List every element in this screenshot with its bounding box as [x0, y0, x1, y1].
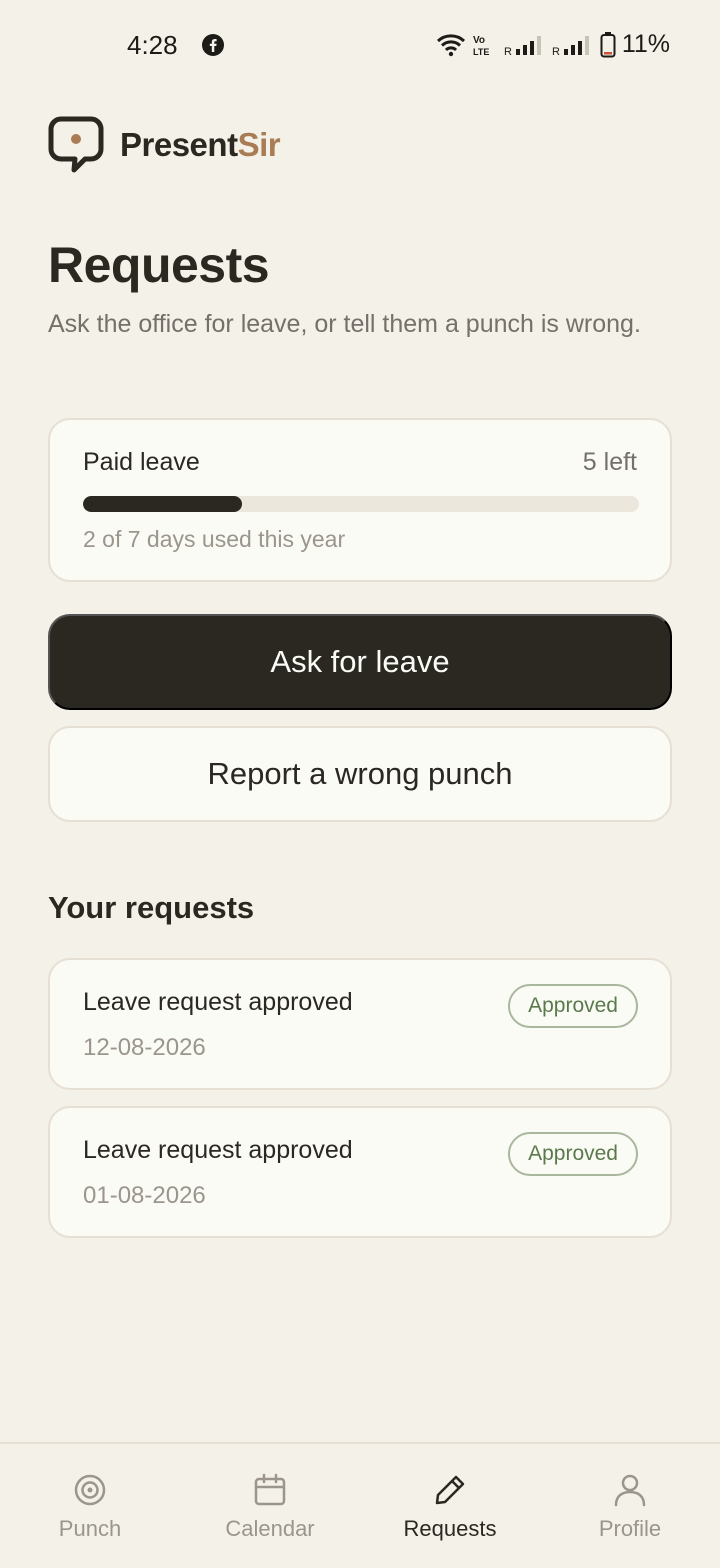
app-name-part1: Present — [120, 126, 238, 163]
status-time: 4:28 — [127, 30, 178, 60]
nav-label: Requests — [403, 1516, 497, 1541]
bottom-navigation: Punch Calendar Requests Profile — [0, 1442, 720, 1568]
nav-item-calendar[interactable]: Calendar — [180, 1444, 360, 1568]
battery-percent: 11% — [621, 30, 670, 58]
pencil-icon — [435, 1475, 465, 1505]
nav-label: Punch — [58, 1516, 122, 1541]
nav-item-punch[interactable]: Punch — [0, 1444, 180, 1568]
ask-for-leave-button[interactable]: Ask for leave — [48, 614, 672, 710]
nav-label: Calendar — [225, 1516, 315, 1541]
report-wrong-punch-button[interactable]: Report a wrong punch — [48, 726, 672, 822]
leave-progress-bar — [83, 496, 639, 512]
request-date: 01-08-2026 — [83, 1182, 206, 1209]
facebook-icon — [202, 34, 224, 56]
status-badge: Approved — [508, 1132, 638, 1176]
requests-screen: 4:28 Vo LTE R R 11% PresentSir Requests … — [0, 0, 720, 1568]
app-name-part2: Sir — [237, 126, 281, 163]
leave-remaining: 5 left — [582, 448, 637, 476]
svg-text:Vo: Vo — [473, 35, 485, 46]
person-icon — [614, 1474, 646, 1507]
svg-text:LTE: LTE — [473, 47, 489, 57]
leave-balance-card: Paid leave 5 left 2 of 7 days used this … — [48, 418, 672, 582]
request-date: 12-08-2026 — [83, 1034, 206, 1061]
request-item[interactable]: Leave request approved 01-08-2026 Approv… — [48, 1106, 672, 1238]
calendar-icon — [254, 1473, 286, 1506]
request-title: Leave request approved — [83, 988, 353, 1016]
app-logo-icon — [48, 116, 104, 173]
status-badge: Approved — [508, 984, 638, 1028]
leave-type-label: Paid leave — [83, 448, 200, 476]
nav-item-profile[interactable]: Profile — [540, 1444, 720, 1568]
target-icon — [74, 1474, 106, 1506]
page-title: Requests — [48, 237, 270, 293]
wifi-icon — [436, 33, 465, 56]
app-name: PresentSir — [120, 126, 281, 164]
signal-icon: R — [504, 35, 541, 57]
nav-label: Profile — [598, 1516, 662, 1541]
request-item[interactable]: Leave request approved 12-08-2026 Approv… — [48, 958, 672, 1090]
svg-text:R: R — [504, 46, 512, 57]
page-subtitle: Ask the office for leave, or tell them a… — [48, 310, 641, 338]
request-title: Leave request approved — [83, 1136, 353, 1164]
leave-progress-fill — [83, 496, 242, 512]
volte-icon: Vo LTE — [473, 35, 489, 57]
requests-section-title: Your requests — [48, 890, 255, 925]
status-indicators: Vo LTE R R 11% — [436, 30, 670, 59]
nav-item-requests[interactable]: Requests — [360, 1444, 540, 1568]
brand-header: PresentSir — [48, 116, 281, 174]
status-bar: 4:28 Vo LTE R R 11% — [0, 0, 720, 92]
signal-icon-2: R — [552, 35, 589, 57]
svg-text:R: R — [552, 46, 560, 57]
leave-usage-caption: 2 of 7 days used this year — [83, 526, 346, 552]
battery-icon — [600, 31, 616, 57]
